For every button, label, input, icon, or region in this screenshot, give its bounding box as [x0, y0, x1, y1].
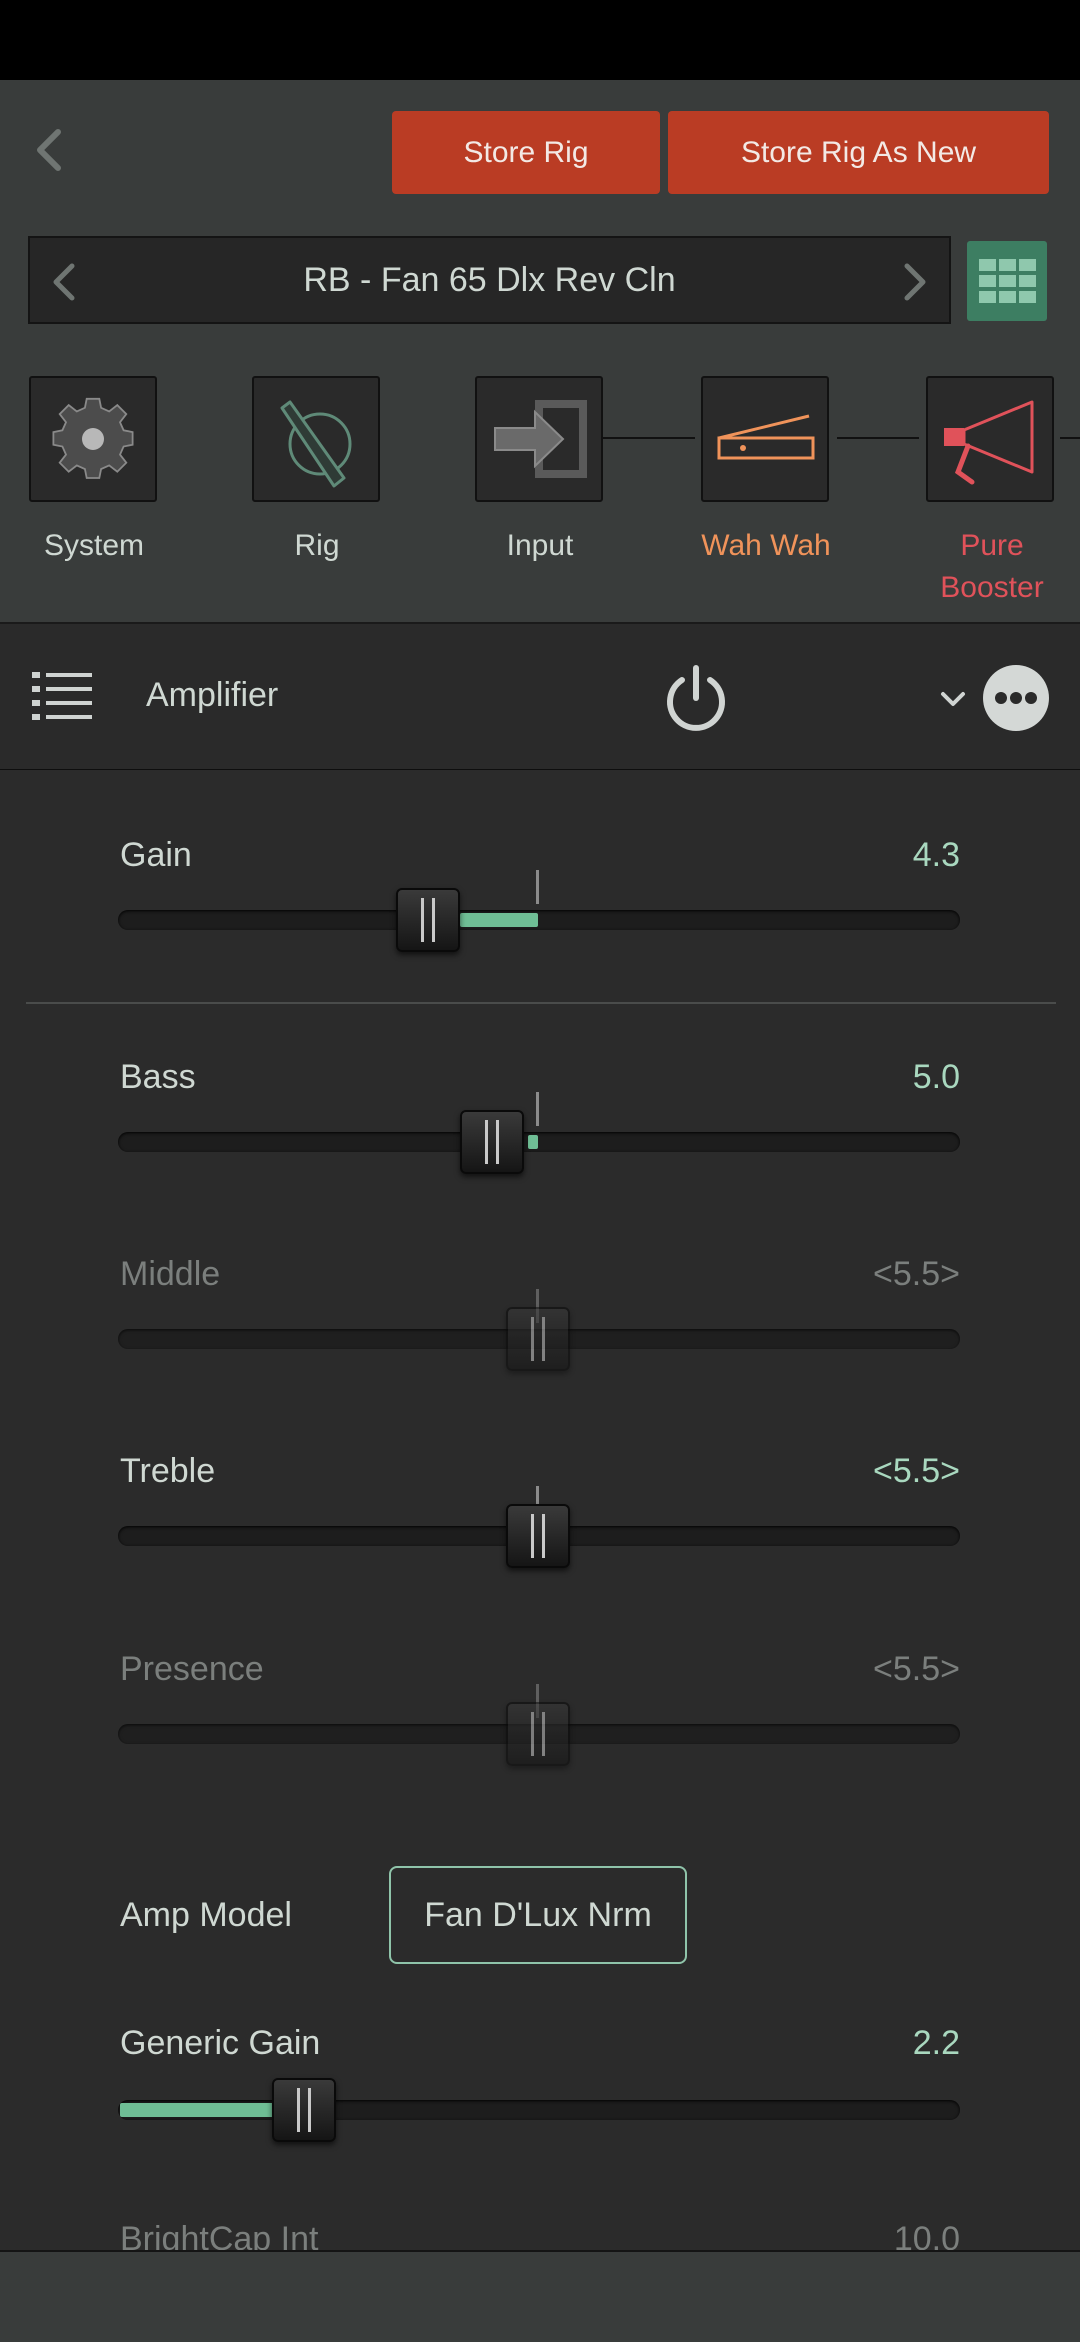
- presence-slider-handle[interactable]: [506, 1702, 570, 1766]
- module-title: Amplifier: [146, 676, 279, 714]
- gear-icon: [52, 397, 134, 479]
- amp-model-label: Amp Model: [120, 1896, 292, 1934]
- gain-slider-track[interactable]: [118, 910, 960, 930]
- parameter-list: Gain 4.3 Bass 5.0 Middle <5.5> Treble <5…: [0, 770, 1080, 2250]
- gain-center-tick: [536, 870, 539, 904]
- power-icon: [667, 665, 725, 731]
- chain-connector: [603, 437, 695, 439]
- chain-tile-system[interactable]: [29, 376, 157, 502]
- bass-label: Bass: [120, 1058, 196, 1096]
- treble-label: Treble: [120, 1452, 216, 1490]
- gain-slider-fill: [460, 913, 538, 927]
- chain-label-pure: Pure: [960, 529, 1024, 562]
- chevron-right-icon: [904, 263, 926, 301]
- grid-view-button[interactable]: [967, 241, 1047, 321]
- chain-label-input: Input: [506, 529, 574, 562]
- module-header: Amplifier: [0, 624, 1080, 771]
- store-rig-as-new-button[interactable]: Store Rig As New: [668, 111, 1049, 194]
- chevron-left-icon: [37, 129, 61, 171]
- presence-value: <5.5>: [873, 1650, 960, 1688]
- chain-tile-wah-wah[interactable]: [701, 376, 829, 502]
- bass-slider-handle[interactable]: [460, 1110, 524, 1174]
- presence-label: Presence: [120, 1650, 264, 1688]
- chain-label-rig: Rig: [294, 529, 340, 562]
- generic-gain-label: Generic Gain: [120, 2024, 321, 2062]
- more-options-button[interactable]: [983, 665, 1049, 736]
- bottom-bar: [0, 2250, 1080, 2342]
- expand-button[interactable]: [935, 684, 971, 719]
- treble-slider-handle[interactable]: [506, 1504, 570, 1568]
- brightcap-label: BrightCap Int: [120, 2220, 319, 2250]
- rig-selector[interactable]: RB - Fan 65 Dlx Rev Cln: [28, 236, 951, 324]
- brightcap-value: 10.0: [893, 2220, 960, 2250]
- more-dots-icon: [983, 665, 1049, 731]
- middle-label: Middle: [120, 1255, 221, 1293]
- bass-center-tick: [536, 1092, 539, 1126]
- chain-label-system: System: [43, 529, 145, 562]
- grid-icon: [979, 259, 1036, 303]
- chevron-down-icon: [941, 692, 965, 706]
- amp-model-selector[interactable]: Fan D'Lux Nrm: [389, 1866, 687, 1964]
- gain-label: Gain: [120, 836, 192, 874]
- chain-connector: [1060, 437, 1080, 439]
- gain-slider-handle[interactable]: [396, 888, 460, 952]
- generic-gain-value: 2.2: [912, 2024, 960, 2062]
- bass-slider-fill: [528, 1135, 538, 1149]
- booster-megaphone-icon: [944, 400, 1034, 485]
- middle-slider-handle[interactable]: [506, 1307, 570, 1371]
- list-menu-button[interactable]: [30, 668, 94, 729]
- chain-connector: [837, 437, 919, 439]
- generic-gain-slider-handle[interactable]: [272, 2078, 336, 2142]
- next-rig-button[interactable]: [885, 254, 941, 310]
- chain-label-pure-booster: Pure Booster: [892, 525, 1080, 609]
- bass-value: 5.0: [912, 1058, 960, 1096]
- rig-icon: [280, 400, 352, 488]
- section-divider: [26, 1002, 1056, 1004]
- middle-value: <5.5>: [873, 1255, 960, 1293]
- rig-name: RB - Fan 65 Dlx Rev Cln: [303, 260, 676, 299]
- chain-tile-rig[interactable]: [252, 376, 380, 502]
- list-icon: [32, 672, 92, 720]
- chain-tile-pure-booster[interactable]: [926, 376, 1054, 502]
- power-toggle[interactable]: [660, 662, 732, 739]
- gain-value: 4.3: [912, 836, 960, 874]
- treble-value: <5.5>: [873, 1452, 960, 1490]
- chain-tile-input[interactable]: [475, 376, 603, 502]
- input-icon: [494, 400, 587, 478]
- back-button[interactable]: [22, 120, 82, 180]
- store-rig-button[interactable]: Store Rig: [392, 111, 660, 194]
- status-bar: [0, 0, 1080, 80]
- bass-slider-track[interactable]: [118, 1132, 960, 1152]
- chain-label-booster: Booster: [940, 571, 1044, 604]
- chain-label-wah-wah: Wah Wah: [701, 529, 831, 562]
- wah-pedal-icon: [717, 414, 815, 460]
